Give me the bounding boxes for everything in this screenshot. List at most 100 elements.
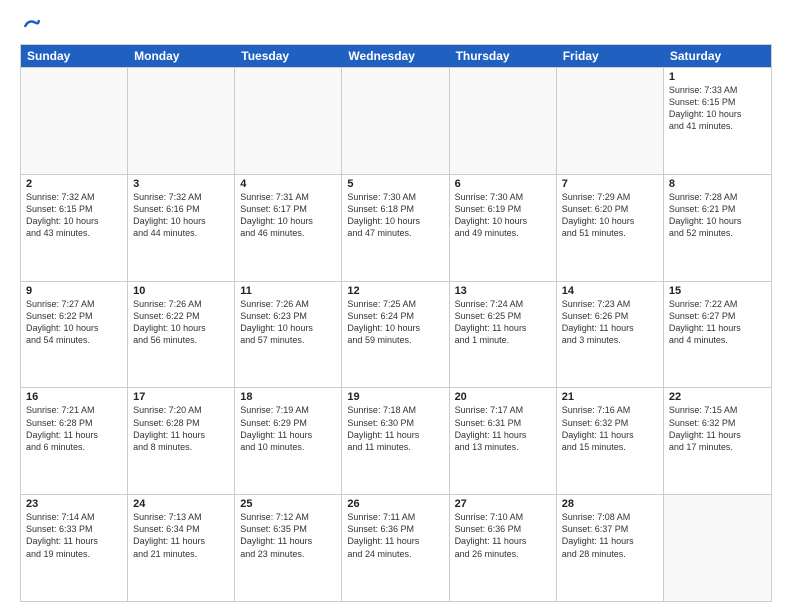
day-number: 26 xyxy=(347,498,443,510)
day-number: 8 xyxy=(669,178,766,190)
cal-cell: 14Sunrise: 7:23 AM Sunset: 6:26 PM Dayli… xyxy=(557,282,664,388)
day-number: 23 xyxy=(26,498,122,510)
day-info: Sunrise: 7:10 AM Sunset: 6:36 PM Dayligh… xyxy=(455,511,551,560)
day-number: 24 xyxy=(133,498,229,510)
day-number: 10 xyxy=(133,285,229,297)
day-info: Sunrise: 7:11 AM Sunset: 6:36 PM Dayligh… xyxy=(347,511,443,560)
cal-cell: 2Sunrise: 7:32 AM Sunset: 6:15 PM Daylig… xyxy=(21,175,128,281)
day-number: 18 xyxy=(240,391,336,403)
cal-cell: 10Sunrise: 7:26 AM Sunset: 6:22 PM Dayli… xyxy=(128,282,235,388)
cal-cell: 23Sunrise: 7:14 AM Sunset: 6:33 PM Dayli… xyxy=(21,495,128,601)
day-info: Sunrise: 7:19 AM Sunset: 6:29 PM Dayligh… xyxy=(240,404,336,453)
day-info: Sunrise: 7:25 AM Sunset: 6:24 PM Dayligh… xyxy=(347,298,443,347)
logo xyxy=(20,16,42,36)
day-info: Sunrise: 7:22 AM Sunset: 6:27 PM Dayligh… xyxy=(669,298,766,347)
weekday-header-saturday: Saturday xyxy=(664,45,771,67)
day-info: Sunrise: 7:16 AM Sunset: 6:32 PM Dayligh… xyxy=(562,404,658,453)
cal-cell: 5Sunrise: 7:30 AM Sunset: 6:18 PM Daylig… xyxy=(342,175,449,281)
day-info: Sunrise: 7:20 AM Sunset: 6:28 PM Dayligh… xyxy=(133,404,229,453)
day-info: Sunrise: 7:24 AM Sunset: 6:25 PM Dayligh… xyxy=(455,298,551,347)
cal-row-3: 9Sunrise: 7:27 AM Sunset: 6:22 PM Daylig… xyxy=(21,281,771,388)
cal-cell: 12Sunrise: 7:25 AM Sunset: 6:24 PM Dayli… xyxy=(342,282,449,388)
cal-cell: 8Sunrise: 7:28 AM Sunset: 6:21 PM Daylig… xyxy=(664,175,771,281)
day-info: Sunrise: 7:17 AM Sunset: 6:31 PM Dayligh… xyxy=(455,404,551,453)
day-number: 4 xyxy=(240,178,336,190)
day-info: Sunrise: 7:32 AM Sunset: 6:15 PM Dayligh… xyxy=(26,191,122,240)
cal-cell: 6Sunrise: 7:30 AM Sunset: 6:19 PM Daylig… xyxy=(450,175,557,281)
cal-cell: 16Sunrise: 7:21 AM Sunset: 6:28 PM Dayli… xyxy=(21,388,128,494)
cal-cell: 22Sunrise: 7:15 AM Sunset: 6:32 PM Dayli… xyxy=(664,388,771,494)
day-info: Sunrise: 7:30 AM Sunset: 6:19 PM Dayligh… xyxy=(455,191,551,240)
day-number: 2 xyxy=(26,178,122,190)
day-info: Sunrise: 7:26 AM Sunset: 6:23 PM Dayligh… xyxy=(240,298,336,347)
day-number: 11 xyxy=(240,285,336,297)
cal-row-4: 16Sunrise: 7:21 AM Sunset: 6:28 PM Dayli… xyxy=(21,387,771,494)
cal-cell xyxy=(557,68,664,174)
day-number: 17 xyxy=(133,391,229,403)
cal-cell xyxy=(128,68,235,174)
cal-cell xyxy=(664,495,771,601)
day-number: 27 xyxy=(455,498,551,510)
cal-cell: 15Sunrise: 7:22 AM Sunset: 6:27 PM Dayli… xyxy=(664,282,771,388)
cal-cell: 4Sunrise: 7:31 AM Sunset: 6:17 PM Daylig… xyxy=(235,175,342,281)
cal-cell: 27Sunrise: 7:10 AM Sunset: 6:36 PM Dayli… xyxy=(450,495,557,601)
logo-icon xyxy=(22,16,42,36)
weekday-header-friday: Friday xyxy=(557,45,664,67)
day-number: 22 xyxy=(669,391,766,403)
cal-cell: 28Sunrise: 7:08 AM Sunset: 6:37 PM Dayli… xyxy=(557,495,664,601)
day-info: Sunrise: 7:21 AM Sunset: 6:28 PM Dayligh… xyxy=(26,404,122,453)
cal-cell: 25Sunrise: 7:12 AM Sunset: 6:35 PM Dayli… xyxy=(235,495,342,601)
cal-cell: 19Sunrise: 7:18 AM Sunset: 6:30 PM Dayli… xyxy=(342,388,449,494)
cal-cell xyxy=(342,68,449,174)
day-number: 14 xyxy=(562,285,658,297)
day-info: Sunrise: 7:30 AM Sunset: 6:18 PM Dayligh… xyxy=(347,191,443,240)
day-info: Sunrise: 7:14 AM Sunset: 6:33 PM Dayligh… xyxy=(26,511,122,560)
day-number: 13 xyxy=(455,285,551,297)
cal-cell: 7Sunrise: 7:29 AM Sunset: 6:20 PM Daylig… xyxy=(557,175,664,281)
cal-cell: 11Sunrise: 7:26 AM Sunset: 6:23 PM Dayli… xyxy=(235,282,342,388)
day-info: Sunrise: 7:32 AM Sunset: 6:16 PM Dayligh… xyxy=(133,191,229,240)
calendar-header: SundayMondayTuesdayWednesdayThursdayFrid… xyxy=(21,45,771,67)
day-number: 28 xyxy=(562,498,658,510)
cal-cell: 20Sunrise: 7:17 AM Sunset: 6:31 PM Dayli… xyxy=(450,388,557,494)
day-info: Sunrise: 7:12 AM Sunset: 6:35 PM Dayligh… xyxy=(240,511,336,560)
cal-cell: 24Sunrise: 7:13 AM Sunset: 6:34 PM Dayli… xyxy=(128,495,235,601)
day-info: Sunrise: 7:15 AM Sunset: 6:32 PM Dayligh… xyxy=(669,404,766,453)
weekday-header-tuesday: Tuesday xyxy=(235,45,342,67)
day-info: Sunrise: 7:28 AM Sunset: 6:21 PM Dayligh… xyxy=(669,191,766,240)
day-info: Sunrise: 7:33 AM Sunset: 6:15 PM Dayligh… xyxy=(669,84,766,133)
day-number: 21 xyxy=(562,391,658,403)
cal-cell: 18Sunrise: 7:19 AM Sunset: 6:29 PM Dayli… xyxy=(235,388,342,494)
day-number: 25 xyxy=(240,498,336,510)
cal-cell xyxy=(21,68,128,174)
cal-cell: 9Sunrise: 7:27 AM Sunset: 6:22 PM Daylig… xyxy=(21,282,128,388)
cal-cell: 26Sunrise: 7:11 AM Sunset: 6:36 PM Dayli… xyxy=(342,495,449,601)
day-number: 20 xyxy=(455,391,551,403)
cal-cell xyxy=(235,68,342,174)
cal-row-1: 1Sunrise: 7:33 AM Sunset: 6:15 PM Daylig… xyxy=(21,67,771,174)
cal-cell: 21Sunrise: 7:16 AM Sunset: 6:32 PM Dayli… xyxy=(557,388,664,494)
page: SundayMondayTuesdayWednesdayThursdayFrid… xyxy=(0,0,792,612)
day-info: Sunrise: 7:27 AM Sunset: 6:22 PM Dayligh… xyxy=(26,298,122,347)
day-number: 9 xyxy=(26,285,122,297)
day-info: Sunrise: 7:26 AM Sunset: 6:22 PM Dayligh… xyxy=(133,298,229,347)
cal-row-2: 2Sunrise: 7:32 AM Sunset: 6:15 PM Daylig… xyxy=(21,174,771,281)
cal-cell: 3Sunrise: 7:32 AM Sunset: 6:16 PM Daylig… xyxy=(128,175,235,281)
day-info: Sunrise: 7:29 AM Sunset: 6:20 PM Dayligh… xyxy=(562,191,658,240)
day-info: Sunrise: 7:13 AM Sunset: 6:34 PM Dayligh… xyxy=(133,511,229,560)
cal-cell: 17Sunrise: 7:20 AM Sunset: 6:28 PM Dayli… xyxy=(128,388,235,494)
day-info: Sunrise: 7:23 AM Sunset: 6:26 PM Dayligh… xyxy=(562,298,658,347)
cal-cell xyxy=(450,68,557,174)
calendar-body: 1Sunrise: 7:33 AM Sunset: 6:15 PM Daylig… xyxy=(21,67,771,601)
day-number: 3 xyxy=(133,178,229,190)
weekday-header-monday: Monday xyxy=(128,45,235,67)
cal-cell: 1Sunrise: 7:33 AM Sunset: 6:15 PM Daylig… xyxy=(664,68,771,174)
day-number: 12 xyxy=(347,285,443,297)
header xyxy=(20,16,772,36)
day-number: 16 xyxy=(26,391,122,403)
weekday-header-sunday: Sunday xyxy=(21,45,128,67)
day-number: 5 xyxy=(347,178,443,190)
cal-row-5: 23Sunrise: 7:14 AM Sunset: 6:33 PM Dayli… xyxy=(21,494,771,601)
day-info: Sunrise: 7:18 AM Sunset: 6:30 PM Dayligh… xyxy=(347,404,443,453)
calendar: SundayMondayTuesdayWednesdayThursdayFrid… xyxy=(20,44,772,602)
